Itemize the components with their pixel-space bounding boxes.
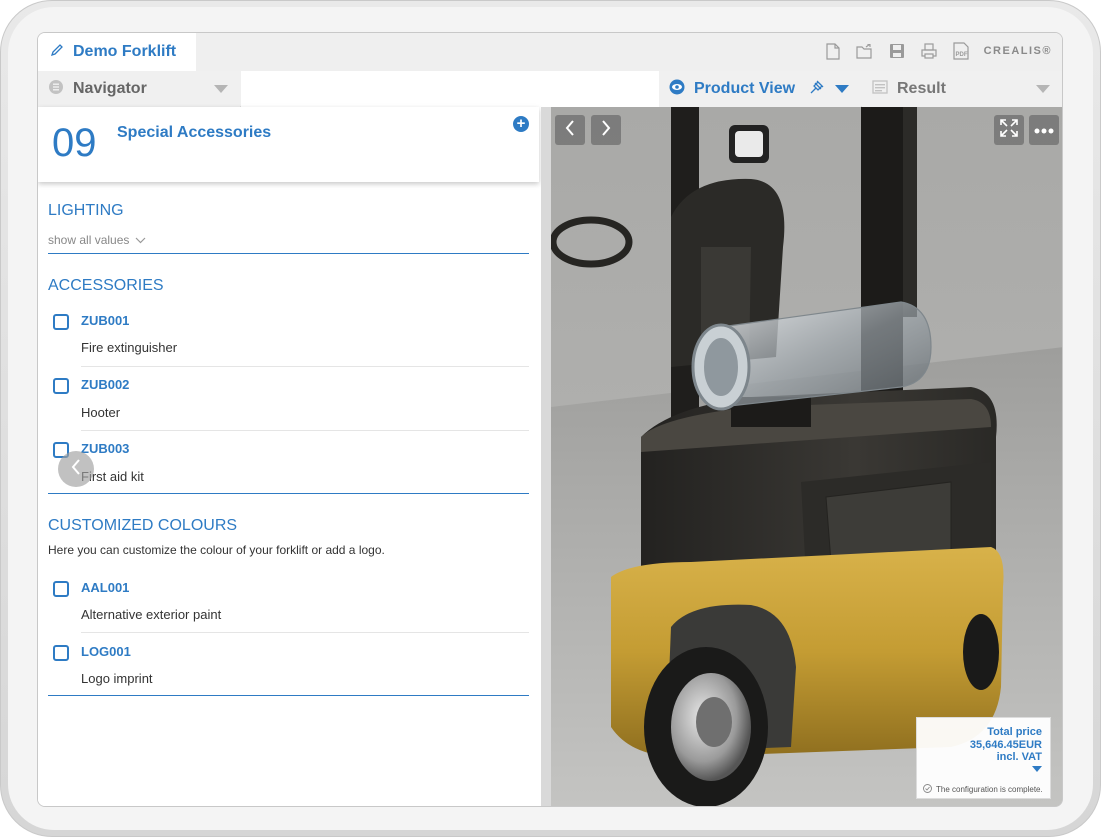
option-code[interactable]: ZUB002 [81, 377, 129, 392]
section-title: Special Accessories [117, 124, 272, 141]
view-selector-bar: Navigator Product View Result [38, 71, 1062, 107]
product-3d-view[interactable]: Total price 35,646.45EUR incl. VAT The c… [551, 107, 1062, 806]
group-divider [48, 695, 529, 696]
chevron-down-icon [1036, 85, 1050, 93]
result-label: Result [897, 80, 946, 97]
chevron-down-icon[interactable] [1032, 766, 1042, 772]
chevron-right-icon [600, 119, 612, 142]
eye-icon [669, 79, 685, 100]
status-text: The configuration is complete. [936, 784, 1043, 794]
app-window: Demo Forklift PDF CREALIS® Navigator Pro… [37, 32, 1063, 807]
tab-title: Demo Forklift [73, 43, 177, 60]
group-title-colours: CUSTOMIZED COLOURS [48, 517, 238, 534]
price-summary[interactable]: Total price 35,646.45EUR incl. VAT The c… [916, 717, 1051, 799]
breadcrumb-area [241, 71, 659, 107]
fullscreen-button[interactable] [994, 115, 1024, 145]
next-view-button[interactable] [591, 115, 621, 145]
collapse-panel-button[interactable] [58, 451, 94, 487]
result-list-icon [872, 79, 888, 100]
option-description: Logo imprint [81, 671, 153, 686]
chevron-down-icon [135, 233, 146, 247]
show-all-label: show all values [48, 233, 130, 247]
group-title-accessories: ACCESSORIES [48, 277, 164, 294]
navigator-icon [48, 79, 64, 100]
save-icon[interactable] [888, 42, 906, 60]
option-code[interactable]: LOG001 [81, 644, 131, 659]
navigator-label: Navigator [73, 80, 147, 97]
option-code[interactable]: ZUB001 [81, 313, 129, 328]
configuration-status: The configuration is complete. [923, 780, 1043, 798]
option-divider [81, 366, 529, 367]
section-number: 09 [52, 121, 97, 165]
more-options-button[interactable] [1029, 115, 1059, 145]
crealis-logo: CREALIS® [983, 45, 1052, 57]
product-view-label: Product View [694, 80, 796, 97]
check-circle-icon [923, 780, 932, 798]
section-header: 09 Special Accessories + [38, 107, 539, 182]
price-label: Total price [987, 726, 1042, 738]
panel-splitter[interactable] [541, 107, 551, 806]
option-description: Fire extinguisher [81, 340, 178, 355]
pdf-export-icon[interactable]: PDF [952, 42, 970, 60]
chevron-down-icon [835, 85, 849, 93]
checkbox-zub001[interactable] [53, 314, 69, 330]
price-value: 35,646.45EUR [969, 739, 1042, 751]
price-vat: incl. VAT [996, 751, 1042, 763]
svg-text:PDF: PDF [955, 52, 967, 58]
navigator-dropdown[interactable]: Navigator [38, 71, 240, 107]
option-description: Hooter [81, 405, 121, 420]
show-all-values-link[interactable]: show all values [48, 233, 146, 247]
new-document-icon[interactable] [824, 42, 842, 60]
group-divider [48, 253, 529, 254]
chevron-down-icon [214, 85, 228, 93]
group-divider [48, 493, 529, 494]
option-code[interactable]: AAL001 [81, 580, 129, 595]
print-icon[interactable] [920, 42, 938, 60]
expand-icon [999, 118, 1019, 143]
chevron-left-icon [70, 458, 82, 481]
checkbox-aal001[interactable] [53, 581, 69, 597]
option-code[interactable]: ZUB003 [81, 441, 129, 456]
product-view-dropdown[interactable]: Product View [659, 71, 861, 107]
option-description: Alternative exterior paint [81, 607, 222, 622]
toolbar: PDF CREALIS® [824, 42, 1052, 60]
group-description: Here you can customize the colour of you… [48, 543, 385, 557]
chevron-left-icon [564, 119, 576, 142]
option-divider [81, 632, 529, 633]
pin-icon[interactable] [808, 78, 826, 101]
tab-demo-forklift[interactable]: Demo Forklift [38, 33, 196, 71]
open-folder-icon[interactable] [856, 42, 874, 60]
group-title-lighting: LIGHTING [48, 202, 124, 219]
option-divider [81, 430, 529, 431]
pencil-icon [50, 43, 64, 62]
forklift-render [551, 107, 1062, 806]
add-icon[interactable]: + [513, 116, 529, 132]
more-icon [1034, 121, 1054, 139]
tab-bar: Demo Forklift PDF CREALIS® [38, 33, 1062, 71]
configuration-panel: 09 Special Accessories + LIGHTING show a… [38, 107, 541, 806]
checkbox-zub002[interactable] [53, 378, 69, 394]
checkbox-log001[interactable] [53, 645, 69, 661]
result-dropdown[interactable]: Result [862, 71, 1062, 107]
previous-view-button[interactable] [555, 115, 585, 145]
